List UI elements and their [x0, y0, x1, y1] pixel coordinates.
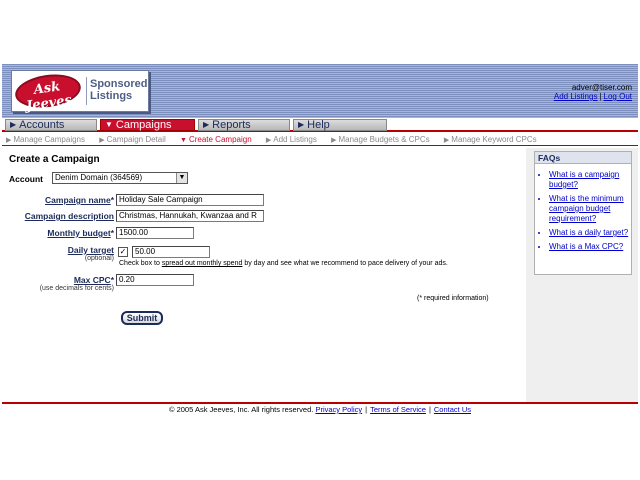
subnav-create-campaign[interactable]: ▼ Create Campaign [180, 135, 258, 144]
subnav-campaign-detail[interactable]: ▶ Campaign Detail [99, 135, 172, 144]
subnav-manage-campaigns[interactable]: ▶ Manage Campaigns [6, 135, 91, 144]
daily-target-optional: (optional) [84, 255, 114, 262]
chevron-down-icon[interactable]: ▼ [176, 173, 187, 183]
tab-label: Reports [212, 119, 251, 131]
faq-item: What is a campaign budget? [549, 170, 631, 190]
subnav-label: Manage Keyword CPCs [451, 135, 537, 144]
arrow-right-icon: ▶ [265, 137, 272, 144]
max-cpc-hint: (use decimals for cents) [39, 285, 114, 292]
ask-jeeves-logo[interactable]: Ask Jeeves Sponsored Listings [11, 70, 149, 114]
arrow-right-icon: ▶ [298, 120, 305, 129]
arrow-down-icon: ▼ [180, 137, 187, 144]
monthly-budget-input[interactable]: 1500.00 [116, 227, 194, 239]
daily-target-label: Daily target [67, 245, 114, 255]
page-header: Ask Jeeves Sponsored Listings adver@tise… [2, 64, 638, 118]
subnav-add-listings[interactable]: ▶ Add Listings [266, 135, 323, 144]
logo-sub-line1: Sponsored [90, 78, 148, 90]
faq-max-cpc-link[interactable]: What is a Max CPC? [549, 242, 623, 251]
daily-target-checkbox[interactable]: ✓ [118, 247, 128, 257]
tab-label: Campaigns [115, 119, 172, 131]
subnav-manage-keyword-cpcs[interactable]: ▶ Manage Keyword CPCs [444, 135, 543, 144]
campaign-name-input[interactable]: Holiday Sale Campaign [116, 194, 264, 206]
faq-item: What is a daily target? [549, 228, 631, 238]
faq-minimum-budget-link[interactable]: What is the minimum campaign budget requ… [549, 194, 624, 223]
privacy-policy-link[interactable]: Privacy Policy [315, 405, 362, 414]
arrow-right-icon: ▶ [443, 137, 450, 144]
faq-box: FAQs What is a campaign budget? What is … [534, 151, 632, 275]
arrow-right-icon: ▶ [203, 120, 210, 129]
contact-us-link[interactable]: Contact Us [434, 405, 471, 414]
sidebar: FAQs What is a campaign budget? What is … [526, 148, 638, 402]
page-title: Create a Campaign [9, 154, 100, 165]
faq-daily-target-link[interactable]: What is a daily target? [549, 228, 628, 237]
checkmark-icon: ✓ [119, 247, 127, 256]
daily-target-help: Check box to spread out monthly spend by… [119, 260, 448, 267]
arrow-right-icon: ▶ [10, 120, 17, 129]
account-select-value: Denim Domain (364569) [55, 173, 143, 182]
add-listings-link[interactable]: Add Listings [554, 92, 598, 101]
arrow-right-icon: ▶ [99, 137, 105, 144]
tab-label: Help [307, 119, 330, 131]
spread-out-monthly-spend-link[interactable]: spread out monthly spend [162, 260, 243, 267]
subnav-label: Manage Campaigns [13, 135, 85, 144]
subnav-label: Add Listings [273, 135, 317, 144]
logo-sub-line2: Listings [90, 90, 133, 102]
campaign-description-label: Campaign description [24, 211, 114, 221]
account-select[interactable]: Denim Domain (364569) ▼ [52, 172, 188, 184]
faq-list: What is a campaign budget? What is the m… [535, 164, 631, 252]
arrow-right-icon: ▶ [6, 137, 12, 144]
logout-link[interactable]: Log Out [604, 92, 632, 101]
campaign-name-label: Campaign name* [45, 195, 114, 205]
subnav-label: Manage Budgets & CPCs [338, 135, 430, 144]
main-nav-tabs: ▶ Accounts ▼ Campaigns ▶ Reports ▶ Help [2, 118, 638, 132]
terms-of-service-link[interactable]: Terms of Service [370, 405, 426, 414]
faq-title: FAQs [535, 152, 631, 164]
max-cpc-input[interactable]: 0.20 [116, 274, 194, 286]
link-separator: | [599, 92, 602, 101]
faq-item: What is the minimum campaign budget requ… [549, 194, 631, 224]
campaign-description-input[interactable]: Christmas, Hannukah, Kwanzaa and R [116, 210, 264, 222]
max-cpc-label: Max CPC* [73, 275, 114, 285]
account-email: adver@tiser.com [571, 83, 632, 92]
account-label: Account [9, 174, 43, 184]
faq-item: What is a Max CPC? [549, 242, 631, 252]
subnav-label: Campaign Detail [106, 135, 166, 144]
tab-campaigns[interactable]: ▼ Campaigns [100, 119, 195, 131]
tab-label: Accounts [19, 119, 65, 131]
logo-sponsored-listings: Sponsored Listings [90, 78, 147, 102]
account-links: Add Listings | Log Out [554, 92, 632, 101]
subnav-manage-budgets[interactable]: ▶ Manage Budgets & CPCs [331, 135, 436, 144]
arrow-down-icon: ▼ [105, 120, 113, 129]
tab-accounts[interactable]: ▶ Accounts [5, 119, 97, 131]
subnav-label: Create Campaign [188, 135, 252, 144]
faq-campaign-budget-link[interactable]: What is a campaign budget? [549, 170, 619, 189]
copyright: © 2005 Ask Jeeves, Inc. All rights reser… [168, 405, 314, 414]
daily-target-input[interactable]: 50.00 [132, 246, 210, 258]
arrow-right-icon: ▶ [331, 137, 337, 144]
logo-divider [86, 77, 87, 105]
main-content: Create a Campaign Account Denim Domain (… [2, 148, 526, 402]
tab-reports[interactable]: ▶ Reports [198, 119, 290, 131]
sub-navigation: ▶ Manage Campaigns ▶ Campaign Detail ▼ Crea… [2, 134, 638, 146]
monthly-budget-label: Monthly budget* [47, 228, 114, 238]
page-footer: © 2005 Ask Jeeves, Inc. All rights reser… [2, 402, 638, 416]
tab-help[interactable]: ▶ Help [293, 119, 387, 131]
required-note: (* required information) [417, 295, 489, 302]
submit-button[interactable]: Submit [121, 311, 163, 325]
footer-separator: | [365, 405, 368, 414]
footer-separator: | [428, 405, 431, 414]
